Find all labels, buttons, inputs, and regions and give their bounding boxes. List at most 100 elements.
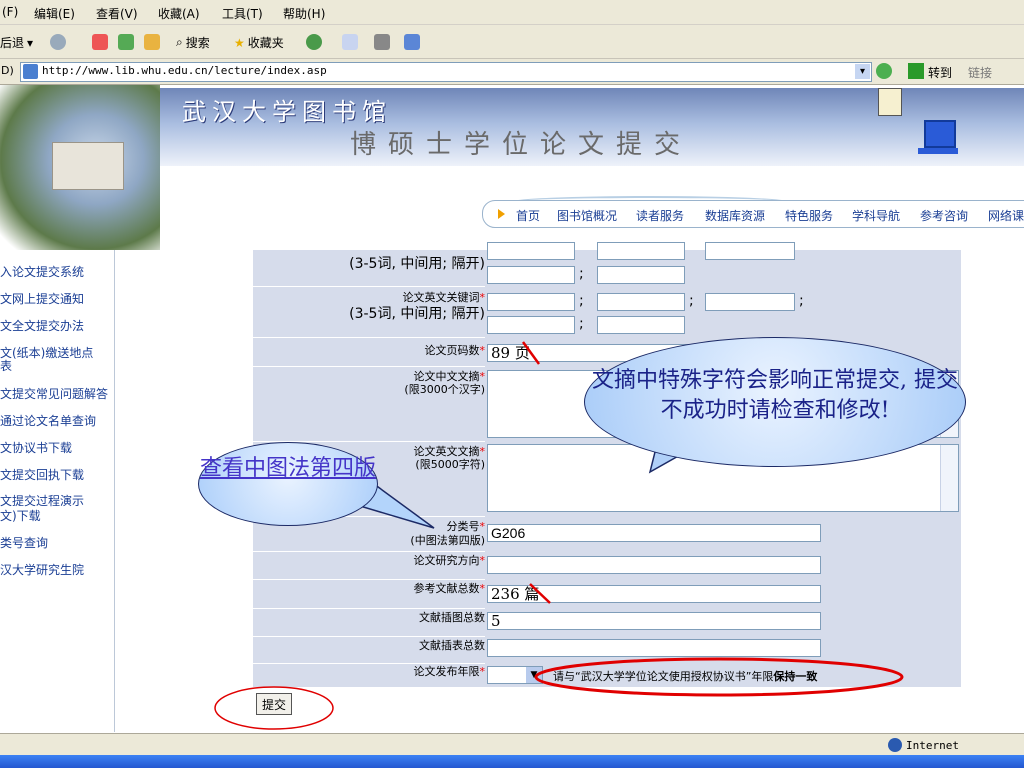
- home-button[interactable]: [144, 34, 160, 50]
- cn-keyword-1-input[interactable]: [487, 242, 575, 260]
- stop-icon: [92, 34, 108, 50]
- sidebar-item-paper-location[interactable]: 文(纸本)缴送地点: [0, 344, 93, 361]
- history-icon: [306, 34, 322, 50]
- dropdown-icon[interactable]: ▾: [855, 64, 870, 79]
- required-star: *: [479, 520, 486, 533]
- abstract-en-label: 论文英文文摘*: [413, 445, 486, 458]
- nav-home[interactable]: 首页: [516, 207, 540, 224]
- nav-library-overview[interactable]: 图书馆概况: [557, 207, 617, 224]
- star-icon: ★: [234, 35, 245, 50]
- refresh-button[interactable]: [118, 34, 134, 50]
- refs-label: 参考文献总数*: [413, 582, 486, 595]
- taskbar: [0, 755, 1024, 768]
- sidebar-item-fulltext-method[interactable]: 文全文提交办法: [0, 317, 84, 334]
- edit-button[interactable]: [404, 34, 420, 50]
- required-star: *: [479, 554, 486, 567]
- cn-keyword-2-input[interactable]: [597, 242, 685, 260]
- cn-keyword-4-input[interactable]: [487, 266, 575, 284]
- class-label: 分类号*: [446, 520, 486, 533]
- back-label: 后退: [0, 36, 25, 50]
- forward-icon: [50, 34, 66, 50]
- abstract-cn-limit: (限3000个汉字): [404, 383, 485, 396]
- favorites-button[interactable]: ★ 收藏夹: [234, 34, 284, 51]
- menu-file[interactable]: (F): [2, 5, 18, 19]
- menu-help[interactable]: 帮助(H): [283, 5, 325, 22]
- menu-edit[interactable]: 编辑(E): [34, 5, 75, 22]
- en-keywords-hint: (3-5词, 中间用; 隔开): [349, 306, 485, 322]
- document-icon: [878, 88, 902, 116]
- pages-value: 89: [491, 344, 511, 362]
- nav-subject-guide[interactable]: 学科导航: [852, 207, 900, 224]
- en-keyword-4-input[interactable]: [487, 316, 575, 334]
- menu-favorites[interactable]: 收藏(A): [158, 5, 200, 22]
- sidebar-item-receipt-download[interactable]: 文提交回执下载: [0, 466, 84, 483]
- sidebar-item-agreement-download[interactable]: 文协议书下载: [0, 439, 72, 456]
- direction-input[interactable]: [487, 556, 821, 574]
- mail-button[interactable]: [342, 34, 358, 50]
- cn-keyword-3-input[interactable]: [705, 242, 795, 260]
- abstract-en-limit: (限5000字符): [415, 458, 485, 471]
- figures-input[interactable]: 5: [487, 612, 821, 630]
- keyword-separator: ;: [579, 266, 584, 282]
- search-label: 搜索: [185, 36, 210, 50]
- home-icon: [144, 34, 160, 50]
- sidebar-item-online-notice[interactable]: 文网上提交通知: [0, 290, 84, 307]
- tables-label: 文献插表总数: [419, 639, 485, 652]
- en-keyword-2-input[interactable]: [597, 293, 685, 311]
- en-keyword-5-input[interactable]: [597, 316, 685, 334]
- chevron-down-icon: ▾: [27, 35, 34, 50]
- sidebar-item-approved-list[interactable]: 通过论文名单查询: [0, 412, 96, 429]
- menu-view[interactable]: 查看(V): [96, 5, 138, 22]
- callout-warning-text: 文摘中特殊字符会影响正常提交, 提交不成功时请检查和修改!: [592, 368, 958, 423]
- site-subtitle: 博硕士学位论文提交: [350, 130, 693, 160]
- keyword-separator: ;: [579, 293, 584, 309]
- nav-special-services[interactable]: 特色服务: [785, 207, 833, 224]
- submit-highlight-ellipse: [214, 686, 334, 730]
- abstract-cn-label: 论文中文文摘*: [413, 370, 486, 383]
- nav-reader-services[interactable]: 读者服务: [636, 207, 684, 224]
- sidebar-item-demo-2[interactable]: 文)下载: [0, 507, 41, 524]
- globe-icon: [888, 738, 902, 752]
- print-button[interactable]: [374, 34, 390, 50]
- sidebar-item-submit-system[interactable]: 入论文提交系统: [0, 263, 84, 280]
- en-keyword-3-input[interactable]: [705, 293, 795, 311]
- search-icon: ⌕: [176, 35, 183, 49]
- refs-value: 236: [491, 585, 520, 603]
- nav-databases[interactable]: 数据库资源: [705, 207, 765, 224]
- favorites-label: 收藏夹: [247, 36, 284, 50]
- callout-clc-link[interactable]: 查看中图法第四版: [198, 442, 378, 526]
- cn-keyword-5-input[interactable]: [597, 266, 685, 284]
- direction-label: 论文研究方向*: [413, 554, 486, 567]
- en-keyword-1-input[interactable]: [487, 293, 575, 311]
- address-url: http://www.lib.whu.edu.cn/lecture/index.…: [42, 64, 327, 77]
- mail-icon: [342, 34, 358, 50]
- forward-button[interactable]: [50, 34, 66, 50]
- page-icon: [23, 64, 38, 79]
- menu-tools[interactable]: 工具(T): [222, 5, 263, 22]
- class-input[interactable]: G206: [487, 524, 821, 542]
- history-button[interactable]: [306, 34, 322, 50]
- library-building-image: [52, 142, 124, 190]
- sidebar-item-graduate-school[interactable]: 汉大学研究生院: [0, 561, 84, 578]
- back-button[interactable]: 后退 ▾: [0, 34, 33, 51]
- toolbar: 后退 ▾ ⌕ 搜索 ★ 收藏夹: [0, 25, 1024, 59]
- sidebar-item-faq[interactable]: 文提交常见问题解答: [0, 385, 108, 402]
- stop-button[interactable]: [92, 34, 108, 50]
- refresh-icon: [118, 34, 134, 50]
- print-icon: [374, 34, 390, 50]
- nav-reference[interactable]: 参考咨询: [920, 207, 968, 224]
- sidebar-item-class-lookup[interactable]: 类号查询: [0, 534, 48, 551]
- required-star: *: [479, 291, 486, 304]
- callout-clc-text: 查看中图法第四版: [199, 456, 376, 481]
- links-button[interactable]: 链接: [968, 64, 992, 81]
- highlight-ellipse: [534, 657, 904, 697]
- address-label: D): [1, 64, 14, 77]
- keyword-separator: ;: [689, 293, 694, 309]
- search-button[interactable]: ⌕ 搜索: [176, 34, 210, 51]
- sidebar-item-paper-location-2[interactable]: 表: [0, 357, 12, 374]
- nav-online-courses[interactable]: 网络课: [988, 207, 1024, 224]
- security-icon: [876, 63, 892, 79]
- scrollbar[interactable]: [940, 445, 958, 511]
- go-button[interactable]: 转到: [928, 64, 952, 81]
- en-keywords-label: 论文英文关键词*: [402, 291, 486, 304]
